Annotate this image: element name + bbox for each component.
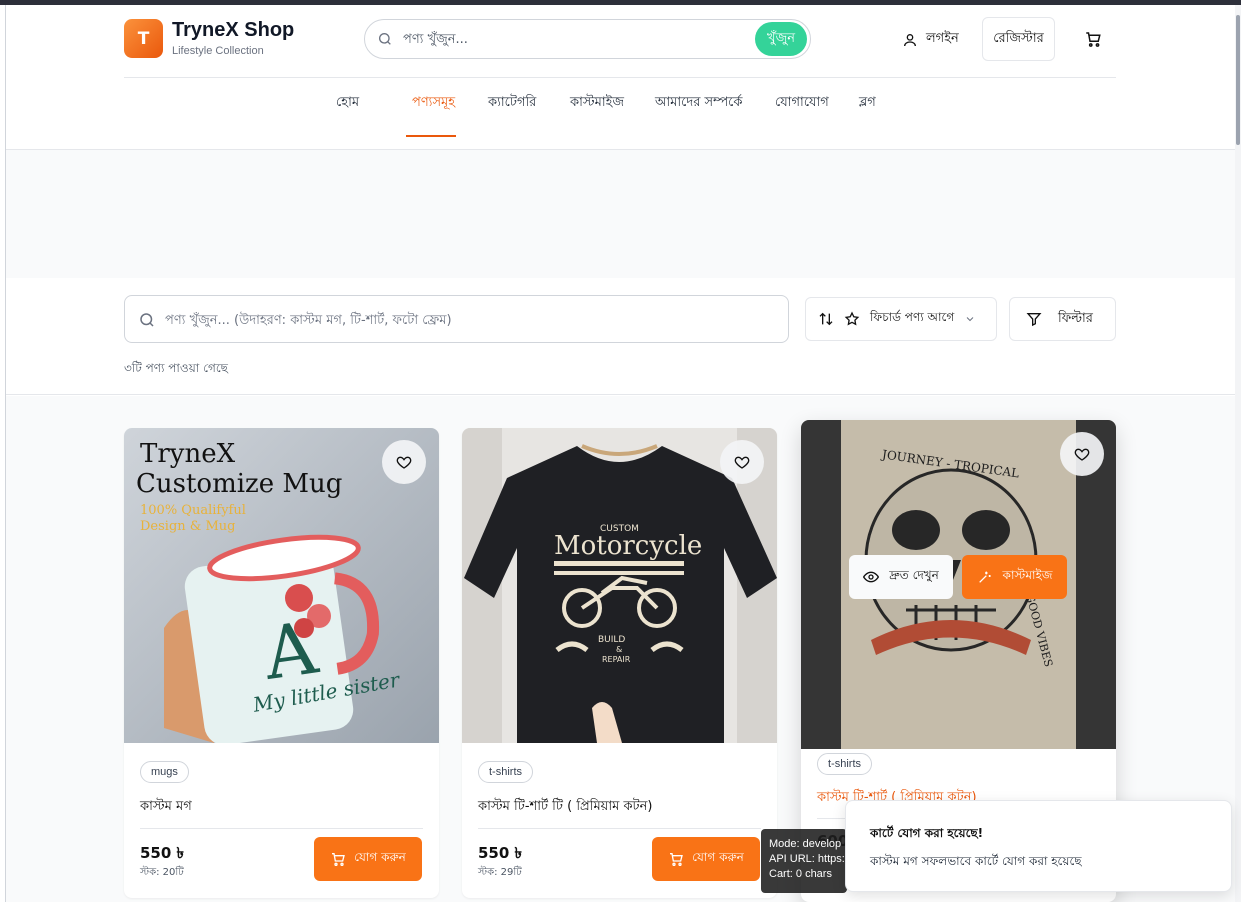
image-title-line1: TryneX [140,439,236,469]
sort-arrows-icon [819,312,833,326]
quick-view-label: দ্রুত দেখুন [889,568,939,582]
filter-button[interactable]: ফিল্টার [1009,297,1116,341]
brand-tagline: Lifestyle Collection [172,45,264,57]
customize-button[interactable]: কাস্টমাইজ [962,555,1067,599]
nav-home[interactable]: হোম [336,93,359,114]
dev-api-line: API URL: https: [769,853,845,865]
image-sub-line2: Design & Mug [140,519,235,534]
result-count: ৩টি পণ্য পাওয়া গেছে [124,361,228,375]
category-tag: t-shirts [478,761,533,783]
chevron-down-icon [966,317,974,322]
customize-label: কাস্টমাইজ [1002,568,1053,582]
card-divider [478,828,761,829]
wishlist-heart-icon[interactable] [1060,432,1104,476]
toast-title: কার্টে যোগ করা হয়েছে! [870,826,984,840]
wishlist-heart-icon[interactable] [382,440,426,484]
product-name[interactable]: কাস্টম মগ [140,797,192,818]
add-to-cart-label: যোগ করুন [692,850,744,864]
login-link[interactable]: লগইন [902,29,959,50]
product-search-box [124,295,789,343]
category-tag: t-shirts [817,753,872,775]
nav-products[interactable]: পণ্যসমূহ [412,93,455,114]
product-card[interactable]: CUSTOM Motorcycle BUILD & REPAIR t-shirt… [462,428,777,898]
dev-mode-line: Mode: develop [769,838,842,850]
shirt-print-sub3: REPAIR [602,655,631,664]
nav-customize[interactable]: কাস্টমাইজ [570,93,624,114]
page-banner [6,150,1235,278]
quick-view-button[interactable]: দ্রুত দেখুন [849,555,953,599]
dev-info-panel: Mode: develop API URL: https: Cart: 0 ch… [761,829,847,893]
header-search-input[interactable] [403,28,743,50]
nav-blog[interactable]: ব্লগ [859,93,876,114]
filter-bar: ফিচার্ড পণ্য আগে ফিল্টার ৩টি পণ্য পাওয়া… [6,278,1235,395]
stock-count: স্টক: 20টি [140,867,184,878]
product-card[interactable]: A TryneX Customize Mug 100% Qualifyful D… [124,428,439,898]
cart-icon[interactable] [1084,30,1102,48]
star-icon [844,311,860,326]
main-nav: হোম পণ্যসমূহ ক্যাটেগরি কাস্টমাইজ আমাদের … [6,93,1235,113]
toast-message: কাস্টম মগ সফলভাবে কার্টে যোগ করা হয়েছে [870,854,1082,868]
filter-label: ফিল্টার [1058,310,1093,326]
cart-icon [332,853,345,866]
shirt-print-sub1: BUILD [598,635,625,645]
search-button[interactable]: খুঁজুন [755,22,807,56]
nav-contact[interactable]: যোগাযোগ [775,93,829,114]
eye-icon [863,571,880,583]
scrollbar-thumb[interactable] [1236,15,1240,145]
site-header: T TryneX Shop Lifestyle Collection খুঁজু… [6,5,1235,150]
page-scrollbar[interactable] [1235,5,1241,902]
nav-categories[interactable]: ক্যাটেগরি [488,93,536,114]
shirt-print-title: Motorcycle [554,531,702,561]
register-button[interactable]: রেজিস্টার [982,17,1055,61]
sort-label: ফিচার্ড পণ্য আগে [870,310,955,324]
nav-about[interactable]: আমাদের সম্পর্কে [655,93,742,114]
product-search-input[interactable] [165,309,765,331]
search-icon [140,313,154,327]
filter-icon [1026,313,1042,327]
image-sub-line1: 100% Qualifyful [140,503,246,518]
dev-cart-line: Cart: 0 chars [769,868,832,880]
search-icon [379,33,391,45]
add-to-cart-label: যোগ করুন [354,850,406,864]
sparkle-wand-icon [978,571,991,583]
image-title-line2: Customize Mug [136,469,342,499]
cart-toast-notification[interactable]: কার্টে যোগ করা হয়েছে! কাস্টম মগ সফলভাবে… [845,800,1232,892]
logo-badge[interactable]: T [124,19,163,58]
login-label: লগইন [926,31,959,46]
header-search-bar: খুঁজুন [364,19,811,59]
product-price: 550 ৳ [140,844,185,862]
add-to-cart-button[interactable]: যোগ করুন [652,837,760,881]
user-icon [904,33,916,46]
wishlist-heart-icon[interactable] [720,440,764,484]
shirt-print-sub2: & [616,645,622,654]
active-nav-underline [406,135,456,137]
brand-name[interactable]: TryneX Shop [172,19,294,42]
header-divider [124,77,1116,78]
cart-icon [670,853,683,866]
product-name[interactable]: কাস্টম টি-শার্ট টি ( প্রিমিয়াম কটন) [478,797,652,818]
category-tag: mugs [140,761,189,783]
add-to-cart-button[interactable]: যোগ করুন [314,837,422,881]
product-price: 550 ৳ [478,844,523,862]
card-divider [140,828,423,829]
stock-count: স্টক: 29টি [478,867,522,878]
sort-select[interactable]: ফিচার্ড পণ্য আগে [805,297,997,341]
